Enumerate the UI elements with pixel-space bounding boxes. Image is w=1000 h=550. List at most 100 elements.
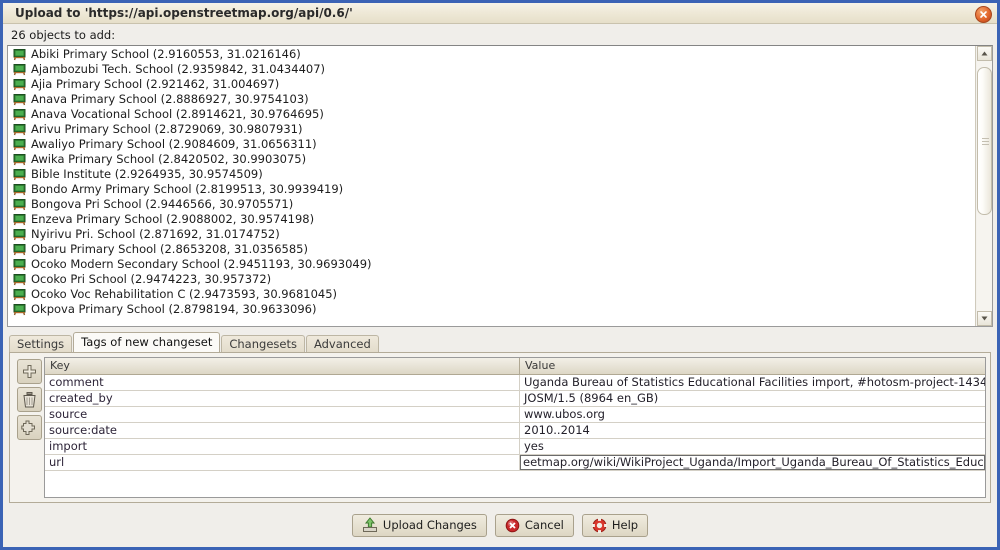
tag-row[interactable]: comment Uganda Bureau of Statistics Educa…	[45, 375, 985, 391]
list-item-label: Obaru Primary School (2.8653208, 31.0356…	[31, 242, 308, 256]
school-icon	[13, 94, 26, 106]
object-list: Abiki Primary School (2.9160553, 31.0216…	[7, 45, 993, 327]
tag-row[interactable]: source:date 2010..2014	[45, 423, 985, 439]
tag-row[interactable]: url eetmap.org/wiki/WikiProject_Uganda/Im…	[45, 455, 985, 471]
list-item[interactable]: Bongova Pri School (2.9446566, 30.970557…	[8, 197, 975, 212]
dialog-content: 26 objects to add: Abiki Primary School …	[3, 24, 997, 547]
list-item-label: Awika Primary School (2.8420502, 30.9903…	[31, 152, 307, 166]
list-item[interactable]: Bondo Army Primary School (2.8199513, 30…	[8, 182, 975, 197]
tag-row[interactable]: import yes	[45, 439, 985, 455]
add-tag-button[interactable]	[16, 359, 42, 384]
school-icon	[13, 259, 26, 271]
help-button[interactable]: Help	[581, 513, 649, 537]
tag-value-cell[interactable]: yes	[520, 439, 985, 454]
list-item[interactable]: Okpova Primary School (2.8798194, 30.963…	[8, 302, 975, 317]
object-list-inner[interactable]: Abiki Primary School (2.9160553, 31.0216…	[8, 46, 975, 326]
list-item[interactable]: Enzeva Primary School (2.9088002, 30.957…	[8, 212, 975, 227]
school-icon	[13, 184, 26, 196]
tab-tags-of-new-changeset[interactable]: Tags of new changeset	[73, 332, 221, 352]
tag-key-cell[interactable]: url	[45, 455, 520, 470]
close-button[interactable]	[975, 6, 992, 23]
list-item[interactable]: Awaliyo Primary School (2.9084609, 31.06…	[8, 137, 975, 152]
school-icon	[13, 139, 26, 151]
list-item-label: Abiki Primary School (2.9160553, 31.0216…	[31, 47, 301, 61]
scroll-down-button[interactable]	[976, 311, 992, 326]
tag-table-header: Key Value	[45, 358, 985, 375]
paste-tags-button[interactable]	[16, 415, 42, 440]
list-item[interactable]: Nyirivu Pri. School (2.871692, 31.017475…	[8, 227, 975, 242]
window-title: Upload to 'https://api.openstreetmap.org…	[15, 6, 353, 20]
upload-changes-button[interactable]: Upload Changes	[351, 513, 487, 537]
tag-toolbar	[14, 357, 44, 498]
list-item[interactable]: Abiki Primary School (2.9160553, 31.0216…	[8, 47, 975, 62]
list-item[interactable]: Bible Institute (2.9264935, 30.9574509)	[8, 167, 975, 182]
tab-changesets[interactable]: Changesets	[221, 335, 305, 352]
list-item[interactable]: Ocoko Modern Secondary School (2.9451193…	[8, 257, 975, 272]
list-item-label: Anava Primary School (2.8886927, 30.9754…	[31, 92, 309, 106]
school-icon	[13, 49, 26, 61]
school-icon	[13, 79, 26, 91]
scroll-thumb[interactable]	[976, 67, 992, 215]
list-item-label: Okpova Primary School (2.8798194, 30.963…	[31, 302, 317, 316]
object-count-label: 26 objects to add:	[11, 28, 116, 42]
school-icon	[13, 169, 26, 181]
tag-value-cell[interactable]: Uganda Bureau of Statistics Educational …	[520, 375, 985, 390]
scroll-track[interactable]	[976, 61, 992, 311]
list-item[interactable]: Ocoko Pri School (2.9474223, 30.957372)	[8, 272, 975, 287]
tag-value-input[interactable]: eetmap.org/wiki/WikiProject_Uganda/Impor…	[520, 455, 985, 470]
tags-panel: Key Value comment Uganda Bureau of Statis…	[9, 352, 991, 503]
tag-key-cell[interactable]: source	[45, 407, 520, 422]
school-icon	[13, 199, 26, 211]
tag-key-cell[interactable]: comment	[45, 375, 520, 390]
school-icon	[13, 274, 26, 286]
tag-value-cell[interactable]: 2010..2014	[520, 423, 985, 438]
tag-value-cell[interactable]: www.ubos.org	[520, 407, 985, 422]
list-item-label: Ocoko Modern Secondary School (2.9451193…	[31, 257, 372, 271]
chevron-up-icon	[981, 51, 987, 56]
school-icon	[13, 64, 26, 76]
list-item-label: Ajia Primary School (2.921462, 31.004697…	[31, 77, 280, 91]
list-item-label: Awaliyo Primary School (2.9084609, 31.06…	[31, 137, 317, 151]
tag-table-body: comment Uganda Bureau of Statistics Educa…	[45, 375, 985, 497]
tag-key-cell[interactable]: source:date	[45, 423, 520, 438]
tab-settings[interactable]: Settings	[9, 335, 73, 352]
list-item[interactable]: Ajia Primary School (2.921462, 31.004697…	[8, 77, 975, 92]
list-item[interactable]: Arivu Primary School (2.8729069, 30.9807…	[8, 122, 975, 137]
button-label: Help	[611, 518, 639, 532]
list-item[interactable]: Ocoko Voc Rehabilitation C (2.9473593, 3…	[8, 287, 975, 302]
tag-row[interactable]: created_by JOSM/1.5 (8964 en_GB)	[45, 391, 985, 407]
list-item[interactable]: Anava Primary School (2.8886927, 30.9754…	[8, 92, 975, 107]
school-icon	[13, 154, 26, 166]
list-item[interactable]: Awika Primary School (2.8420502, 30.9903…	[8, 152, 975, 167]
list-item-label: Nyirivu Pri. School (2.871692, 31.017475…	[31, 227, 280, 241]
chevron-down-icon	[981, 316, 987, 321]
list-item[interactable]: Anava Vocational School (2.8914621, 30.9…	[8, 107, 975, 122]
delete-tag-button[interactable]	[16, 387, 42, 412]
school-icon	[13, 289, 26, 301]
column-header-value[interactable]: Value	[520, 358, 985, 374]
tag-row[interactable]: source www.ubos.org	[45, 407, 985, 423]
tag-value-cell[interactable]: JOSM/1.5 (8964 en_GB)	[520, 391, 985, 406]
school-icon	[13, 244, 26, 256]
tag-key-cell[interactable]: import	[45, 439, 520, 454]
list-item[interactable]: Obaru Primary School (2.8653208, 31.0356…	[8, 242, 975, 257]
scroll-up-button[interactable]	[976, 46, 992, 61]
list-item-label: Ocoko Pri School (2.9474223, 30.957372)	[31, 272, 272, 286]
school-icon	[13, 214, 26, 226]
list-item-label: Bondo Army Primary School (2.8199513, 30…	[31, 182, 344, 196]
object-list-scrollbar[interactable]	[975, 46, 992, 326]
tab-advanced[interactable]: Advanced	[305, 335, 379, 352]
list-item-label: Bongova Pri School (2.9446566, 30.970557…	[31, 197, 294, 211]
tag-table: Key Value comment Uganda Bureau of Statis…	[44, 357, 986, 498]
list-item[interactable]: Ajambozubi Tech. School (2.9359842, 31.0…	[8, 62, 975, 77]
tag-key-cell[interactable]: created_by	[45, 391, 520, 406]
trash-icon	[22, 391, 36, 407]
tab-bar: Settings Tags of new changeset Changesets A…	[9, 332, 993, 352]
scroll-grip-icon	[981, 138, 989, 145]
school-icon	[13, 304, 26, 316]
title-bar: Upload to 'https://api.openstreetmap.org…	[3, 3, 997, 24]
column-header-key[interactable]: Key	[45, 358, 520, 374]
list-item-label: Bible Institute (2.9264935, 30.9574509)	[31, 167, 263, 181]
cancel-button[interactable]: Cancel	[494, 513, 574, 537]
list-item-label: Ajambozubi Tech. School (2.9359842, 31.0…	[31, 62, 326, 76]
